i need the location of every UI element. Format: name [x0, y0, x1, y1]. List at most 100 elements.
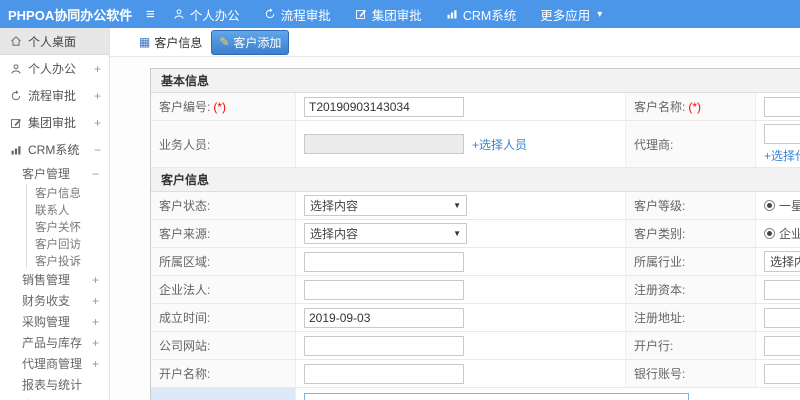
expand-icon: + — [91, 272, 99, 287]
sidebar-item-label: 客户投诉 — [35, 255, 81, 268]
tab-label: 客户添加 — [233, 35, 282, 50]
remark-textarea[interactable] — [304, 393, 689, 400]
field-label — [151, 388, 296, 400]
sidebar-item-customer-visit[interactable]: 客户回访 — [26, 235, 109, 252]
label-text: 成立时间: — [159, 311, 211, 325]
sidebar-item-label: 财务收支 — [22, 294, 71, 308]
customer-name-input[interactable] — [764, 96, 800, 117]
form-row: 企业法人: 注册资本: — [151, 276, 800, 304]
topbar-item-group-approval[interactable]: 集团审批 — [355, 5, 422, 24]
website-input[interactable] — [304, 335, 464, 356]
field-label: 开户名称: — [151, 360, 296, 387]
bank-account-input[interactable] — [764, 363, 800, 384]
field-label: 成立时间: — [151, 304, 296, 331]
topbar-item-crm-system[interactable]: CRM系统 — [446, 5, 516, 24]
topbar-item-label: 集团审批 — [371, 8, 422, 23]
field-label: 开户行: — [626, 332, 756, 359]
tab-bar: ▦ 客户信息 ✎ 客户添加 — [110, 28, 800, 57]
sidebar-item-purchase-mgmt[interactable]: 采购管理 + — [0, 311, 109, 332]
customer-level-radio[interactable] — [764, 200, 775, 211]
field-cell: 一星 — [756, 192, 800, 219]
region-input[interactable] — [304, 251, 464, 272]
sidebar-item-label: 销售管理 — [22, 273, 71, 287]
customer-status-select[interactable]: 选择内容 ▼ — [304, 195, 467, 216]
field-cell — [296, 93, 626, 120]
sidebar-item-label: 个人办公 — [28, 62, 77, 76]
agent-link[interactable]: +选择代理商 — [764, 147, 800, 164]
sidebar-item-form-flow-settings[interactable]: 表单与流程设置+ — [0, 395, 109, 400]
tab-customer-add[interactable]: ✎ 客户添加 — [211, 29, 290, 55]
edit-icon — [355, 8, 367, 20]
sales-person-link[interactable]: +选择人员 — [472, 136, 527, 153]
label-text: 银行账号: — [634, 367, 686, 381]
field-cell — [296, 304, 626, 331]
label-text: 所属区域: — [159, 255, 211, 269]
sidebar-item-personal-office[interactable]: 个人办公 + — [0, 55, 109, 82]
sidebar-item-sales-mgmt[interactable]: 销售管理 + — [0, 269, 109, 290]
field-label: 客户名称: (*) — [626, 93, 756, 120]
label-text: 注册资本: — [634, 283, 686, 297]
sidebar-item-customer-complaint[interactable]: 客户投诉 — [26, 252, 109, 269]
field-label: 所属行业: — [626, 248, 756, 275]
sidebar-item-crm-system[interactable]: CRM系统 − — [0, 136, 109, 163]
topbar-item-more-apps[interactable]: 更多应用 ▾ — [540, 5, 602, 24]
topbar: PHPOA协同办公软件 ≡ 个人办公 流程审批 集团审批 CRM系统 更多应用 ▾ — [0, 0, 800, 28]
customer-source-select[interactable]: 选择内容 ▼ — [304, 223, 467, 244]
field-label: 客户状态: — [151, 192, 296, 219]
sidebar-item-reports-stats[interactable]: 报表与统计 — [0, 374, 109, 395]
expand-icon: + — [93, 88, 101, 103]
sidebar-item-agent-mgmt[interactable]: 代理商管理 + — [0, 353, 109, 374]
sidebar-item-customer-care[interactable]: 客户关怀 — [26, 218, 109, 235]
form-row: 客户状态: 选择内容 ▼ 客户等级: 一星 — [151, 192, 800, 220]
field-cell: 选择内容 ▼ — [296, 192, 626, 219]
chart-icon — [10, 144, 22, 156]
founded-date-input[interactable] — [304, 307, 464, 328]
registered-capital-input[interactable] — [764, 279, 800, 300]
topbar-item-label: 个人办公 — [189, 8, 240, 23]
tab-customer-info[interactable]: ▦ 客户信息 — [132, 31, 209, 54]
sales-person-input[interactable] — [304, 134, 464, 154]
field-cell — [756, 93, 800, 120]
agent-input[interactable] — [764, 124, 800, 144]
field-cell: 企业 — [756, 220, 800, 247]
customer-type-radio[interactable] — [764, 228, 775, 239]
topbar-item-label: 流程审批 — [280, 8, 331, 23]
sidebar-item-personal-desktop[interactable]: 个人桌面 — [0, 28, 109, 55]
sidebar-item-label: CRM系统 — [28, 143, 80, 157]
sidebar-item-label: 联系人 — [35, 204, 70, 217]
field-cell — [756, 360, 800, 387]
registered-address-input[interactable] — [764, 307, 800, 328]
pencil-icon: ✎ — [219, 35, 230, 49]
expand-icon: + — [93, 115, 101, 130]
sidebar-item-contacts[interactable]: 联系人 — [26, 201, 109, 218]
tab-label: 客户信息 — [154, 35, 203, 50]
topbar-item-personal-office[interactable]: 个人办公 — [173, 5, 240, 24]
label-text: 客户状态: — [159, 199, 211, 213]
topbar-nav: 个人办公 流程审批 集团审批 CRM系统 更多应用 ▾ — [173, 0, 627, 28]
field-cell — [756, 304, 800, 331]
field-label: 客户类别: — [626, 220, 756, 247]
sidebar-item-finance[interactable]: 财务收支 + — [0, 290, 109, 311]
sidebar-item-customer-mgmt[interactable]: 客户管理 − — [0, 163, 109, 184]
menu-icon[interactable]: ≡ — [146, 7, 155, 22]
field-label: 业务人员: — [151, 121, 296, 167]
select-value: 选择内容 — [770, 255, 800, 269]
radio-dot — [767, 231, 772, 236]
sidebar-item-label: 客户回访 — [35, 238, 81, 251]
topbar-item-workflow-approval[interactable]: 流程审批 — [264, 5, 331, 24]
sidebar-item-customer-info[interactable]: 客户信息 — [26, 184, 109, 201]
field-cell — [756, 276, 800, 303]
bank-input[interactable] — [764, 335, 800, 356]
field-label: 客户编号: (*) — [151, 93, 296, 120]
collapse-icon: − — [91, 166, 99, 181]
account-name-input[interactable] — [304, 363, 464, 384]
customer-no-input[interactable] — [304, 96, 464, 117]
sidebar-item-product-inventory[interactable]: 产品与库存 + — [0, 332, 109, 353]
home-icon — [10, 35, 22, 47]
field-label: 客户等级: — [626, 192, 756, 219]
industry-select[interactable]: 选择内容▼ — [764, 251, 800, 272]
sidebar-item-group-approval[interactable]: 集团审批 + — [0, 109, 109, 136]
legal-person-input[interactable] — [304, 279, 464, 300]
select-value: 选择内容 — [310, 227, 359, 241]
sidebar-item-workflow-approval[interactable]: 流程审批 + — [0, 82, 109, 109]
